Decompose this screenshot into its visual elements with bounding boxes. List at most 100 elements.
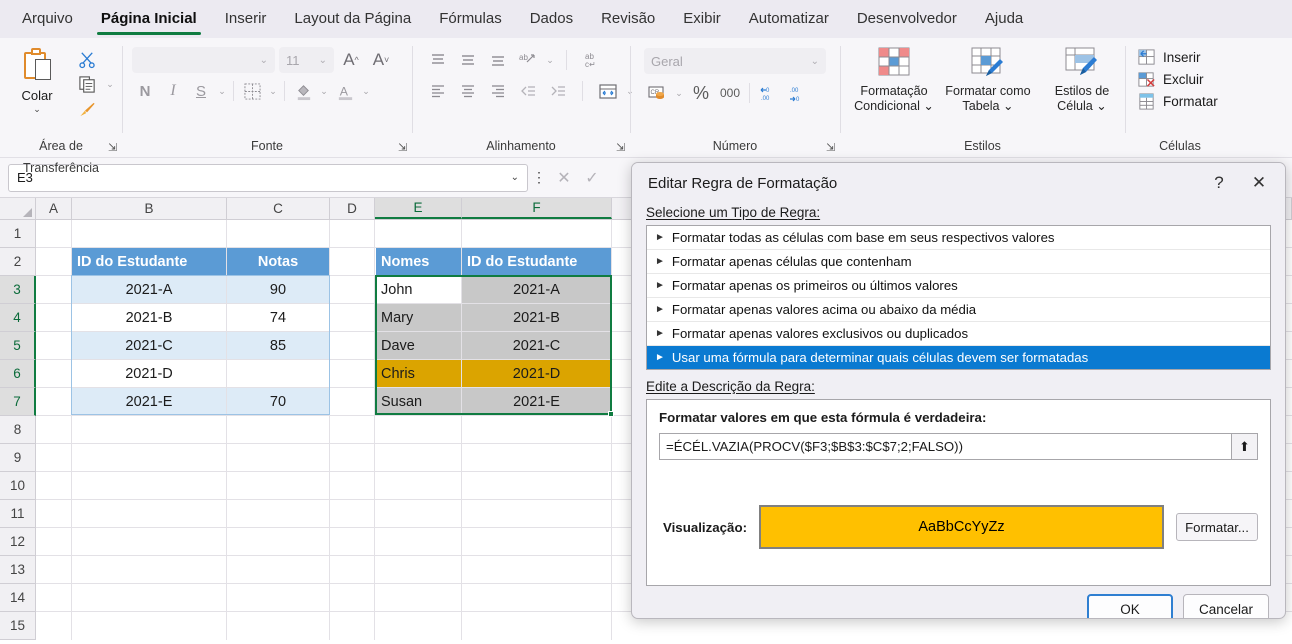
chevron-down-icon[interactable]: ⌄ [511, 172, 519, 183]
tab-dados[interactable]: Dados [516, 4, 587, 34]
column-header-a[interactable]: A [36, 198, 72, 219]
row-header-12[interactable]: 12 [0, 528, 36, 556]
align-middle-button[interactable] [454, 48, 482, 72]
row-header-5[interactable]: 5 [0, 332, 36, 360]
tab-arquivo[interactable]: Arquivo [8, 4, 87, 34]
percent-format-button[interactable]: % [688, 81, 714, 105]
cell-b2[interactable]: ID do Estudante [72, 248, 226, 275]
format-painter-button[interactable] [70, 97, 104, 121]
cell-f6[interactable]: 2021-D [462, 360, 611, 387]
align-right-button[interactable] [484, 79, 512, 103]
cell-e6[interactable]: Chris [376, 360, 461, 387]
bold-button[interactable]: N [132, 79, 158, 103]
column-header-f[interactable]: F [462, 198, 612, 219]
cell-b5[interactable]: 2021-C [72, 332, 226, 359]
tab-inserir[interactable]: Inserir [211, 4, 281, 34]
insert-cells-button[interactable]: Inserir [1137, 48, 1218, 67]
cell-e3[interactable]: John [376, 276, 461, 303]
cell-c2[interactable]: Notas [227, 248, 329, 275]
cell-f7[interactable]: 2021-E [462, 388, 611, 415]
wrap-text-button[interactable]: ab c↵ [578, 48, 606, 72]
cell-f4[interactable]: 2021-B [462, 304, 611, 331]
cell-e7[interactable]: Susan [376, 388, 461, 415]
thousands-separator-button[interactable]: 000 [717, 81, 743, 105]
cut-button[interactable] [70, 47, 104, 71]
ok-button[interactable]: OK [1087, 594, 1173, 618]
tab-revisao[interactable]: Revisão [587, 4, 669, 34]
rule-type-item-2[interactable]: ► Formatar apenas os primeiros ou último… [647, 274, 1270, 298]
delete-cells-button[interactable]: Excluir [1137, 70, 1218, 89]
underline-chevron-down-icon[interactable]: ⌄ [216, 86, 228, 97]
format-as-table-button[interactable]: Formatar como Tabela ⌄ [942, 45, 1034, 114]
orientation-button[interactable]: ab [514, 48, 542, 72]
row-header-3[interactable]: 3 [0, 276, 36, 304]
cancel-button[interactable]: Cancelar [1183, 594, 1269, 618]
format-button[interactable]: Formatar... [1176, 513, 1258, 541]
cell-c6[interactable] [227, 360, 329, 387]
row-header-14[interactable]: 14 [0, 584, 36, 612]
rule-type-item-5[interactable]: ► Usar uma fórmula para determinar quais… [647, 346, 1270, 369]
row-header-13[interactable]: 13 [0, 556, 36, 584]
cell-c4[interactable]: 74 [227, 304, 329, 331]
tab-formulas[interactable]: Fórmulas [425, 4, 516, 34]
font-name-combo[interactable]: ⌄ [132, 47, 275, 73]
underline-button[interactable]: S [188, 79, 214, 103]
font-color-button[interactable]: A [332, 79, 358, 103]
conditional-formatting-button[interactable]: Formatação Condicional ⌄ [848, 45, 940, 114]
borders-button[interactable] [239, 79, 265, 103]
row-header-6[interactable]: 6 [0, 360, 36, 388]
font-size-combo[interactable]: 11 ⌄ [279, 47, 334, 73]
copy-chevron-down-icon[interactable]: ⌄ [104, 79, 116, 90]
chevron-down-icon[interactable]: ⌄ [33, 104, 41, 115]
tab-automatizar[interactable]: Automatizar [735, 4, 843, 34]
rule-type-item-1[interactable]: ► Formatar apenas células que contenham [647, 250, 1270, 274]
row-header-11[interactable]: 11 [0, 500, 36, 528]
tab-pagina-inicial[interactable]: Página Inicial [87, 4, 211, 35]
row-header-2[interactable]: 2 [0, 248, 36, 276]
rule-type-list[interactable]: ► Formatar todas as células com base em … [646, 225, 1271, 370]
cell-e4[interactable]: Mary [376, 304, 461, 331]
cell-b6[interactable]: 2021-D [72, 360, 226, 387]
cell-styles-button[interactable]: Estilos de Célula ⌄ [1036, 45, 1128, 114]
cell-f2[interactable]: ID do Estudante [462, 248, 611, 275]
formula-bar-options-icon[interactable]: ⋮ [528, 169, 550, 186]
confirm-edit-icon[interactable]: ✓ [578, 164, 606, 192]
align-left-button[interactable] [424, 79, 452, 103]
cell-b4[interactable]: 2021-B [72, 304, 226, 331]
copy-button[interactable] [70, 72, 104, 96]
cell-c3[interactable]: 90 [227, 276, 329, 303]
tab-layout-da-pagina[interactable]: Layout da Página [280, 4, 425, 34]
close-icon[interactable]: ✕ [1239, 166, 1279, 200]
cell-c7[interactable]: 70 [227, 388, 329, 415]
font-color-chevron-down-icon[interactable]: ⌄ [360, 86, 372, 97]
tab-exibir[interactable]: Exibir [669, 4, 735, 34]
decrease-font-size-button[interactable]: A ˅ [368, 47, 394, 73]
cell-c5[interactable]: 85 [227, 332, 329, 359]
tab-ajuda[interactable]: Ajuda [971, 4, 1037, 34]
fill-chevron-down-icon[interactable]: ⌄ [318, 86, 330, 97]
column-header-c[interactable]: C [227, 198, 330, 219]
dialog-title-bar[interactable]: Editar Regra de Formatação ? ✕ [632, 163, 1285, 203]
column-header-b[interactable]: B [72, 198, 227, 219]
clipboard-dialog-launcher-icon[interactable]: ⇲ [108, 142, 120, 154]
help-icon[interactable]: ? [1199, 166, 1239, 200]
accounting-chevron-down-icon[interactable]: ⌄ [673, 88, 685, 99]
cancel-edit-icon[interactable]: ✕ [550, 164, 578, 192]
decrease-decimal-button[interactable]: .00 0 [785, 81, 811, 105]
number-dialog-launcher-icon[interactable]: ⇲ [826, 142, 838, 154]
select-all-corner[interactable] [0, 198, 36, 219]
number-format-combo[interactable]: Geral ⌄ [644, 48, 826, 74]
cell-b3[interactable]: 2021-A [72, 276, 226, 303]
cell-e5[interactable]: Dave [376, 332, 461, 359]
font-dialog-launcher-icon[interactable]: ⇲ [398, 142, 410, 154]
column-header-d[interactable]: D [330, 198, 375, 219]
row-header-10[interactable]: 10 [0, 472, 36, 500]
orientation-chevron-down-icon[interactable]: ⌄ [544, 55, 556, 66]
row-header-9[interactable]: 9 [0, 444, 36, 472]
increase-font-size-button[interactable]: A ^ [338, 47, 364, 73]
align-top-button[interactable] [424, 48, 452, 72]
row-header-15[interactable]: 15 [0, 612, 36, 640]
cell-f3[interactable]: 2021-A [462, 276, 611, 303]
align-center-button[interactable] [454, 79, 482, 103]
row-header-8[interactable]: 8 [0, 416, 36, 444]
